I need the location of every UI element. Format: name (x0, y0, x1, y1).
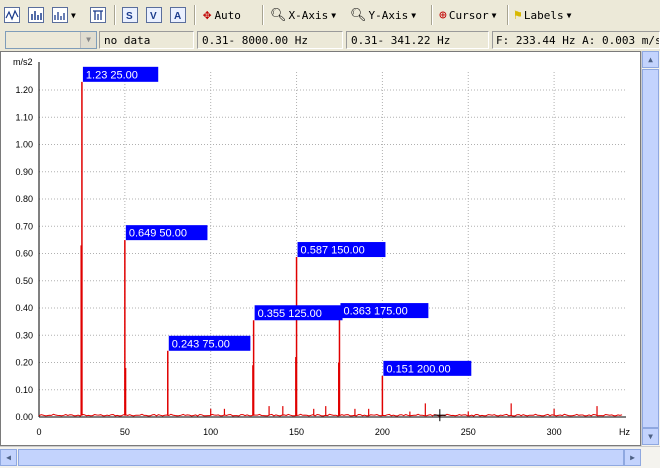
chevron-down-icon: ▼ (411, 10, 417, 20)
vertical-scrollbar[interactable]: ▲ ▼ (641, 51, 660, 446)
y-tick-label: 0.00 (15, 412, 33, 422)
x-tick-label: 0 (36, 427, 41, 437)
y-tick-label: 0.10 (15, 385, 33, 395)
statusbar: ▼ no data 0.31- 8000.00 Hz 0.31- 341.22 … (0, 30, 660, 50)
v-scale-button[interactable]: V (146, 5, 162, 25)
horizontal-scrollbar[interactable]: ◀ ▶ (0, 446, 660, 468)
s-scale-button[interactable]: S (122, 5, 138, 25)
y-tick-label: 0.90 (15, 167, 33, 177)
dual-chart-icon (52, 7, 68, 23)
cursor-button[interactable]: ⊕ Cursor ▼ (439, 5, 496, 25)
toolbar-separator (431, 5, 433, 25)
flag-icon: ⚑ (514, 7, 522, 23)
y-axis-label: m/s2 (13, 57, 33, 67)
chevron-down-icon: ▼ (491, 10, 497, 20)
filter-icon (90, 7, 106, 23)
peak-label[interactable]: 0.355 125.00 (258, 308, 322, 320)
labels-label: Labels (523, 8, 564, 22)
yaxis-button[interactable]: 🔍︎ Y-Axis ▼ (350, 5, 416, 25)
x-tick-label: 250 (461, 427, 476, 437)
y-tick-label: 1.00 (15, 140, 33, 150)
y-tick-label: 0.70 (15, 221, 33, 231)
cursor-label: Cursor (448, 8, 489, 22)
auto-button[interactable]: ✥ Auto (203, 5, 241, 25)
spectrum-chart[interactable]: 0.00 0.10 0.20 0.30 0.40 0.50 0.60 0.70 0.80 0.90… (1, 52, 640, 445)
y-tick-label: 0.60 (15, 249, 33, 259)
labels-button[interactable]: ⚑ Labels ▼ (514, 5, 571, 25)
x-tick-label: 200 (375, 427, 390, 437)
horizontal-scroll-thumb[interactable] (18, 449, 624, 466)
chevron-down-icon: ▼ (71, 10, 76, 20)
x-tick-label: 300 (547, 427, 562, 437)
spectrum-plot[interactable]: 0.00 0.10 0.20 0.30 0.40 0.50 0.60 0.70 0.80 0.90… (0, 51, 641, 446)
chevron-down-icon: ▼ (331, 10, 337, 20)
x-tick-label: 100 (203, 427, 218, 437)
y-tick-label: 0.20 (15, 358, 33, 368)
a-scale-button[interactable]: A (170, 5, 186, 25)
peak-label[interactable]: 0.649 50.00 (129, 228, 187, 240)
y-tick-label: 0.50 (15, 276, 33, 286)
waveform-button[interactable] (4, 5, 20, 25)
y-tick-label: 1.20 (15, 85, 33, 95)
zoom-icon: 🔍︎ (350, 7, 367, 23)
x-axis-label: Hz (619, 427, 630, 437)
peak-label[interactable]: 1.23 25.00 (86, 69, 138, 81)
v-scale-icon: V (146, 7, 162, 23)
spectrum-icon (28, 7, 44, 23)
toolbar-separator (262, 5, 264, 25)
vertical-scroll-thumb[interactable] (642, 69, 659, 428)
scroll-up-icon[interactable]: ▲ (642, 51, 659, 68)
peak-label[interactable]: 0.243 75.00 (172, 338, 230, 350)
peak-label[interactable]: 0.587 150.00 (301, 245, 365, 257)
toolbar-separator (194, 5, 196, 25)
xaxis-label: X-Axis (288, 8, 329, 22)
cursor-readout: F: 233.44 Hz A: 0.003 m/s2 (492, 31, 660, 49)
s-scale-icon: S (122, 7, 138, 23)
scroll-down-icon[interactable]: ▼ (642, 428, 659, 445)
full-range-field: 0.31- 8000.00 Hz (197, 31, 343, 49)
toolbar: ▼ S V A ✥ Auto 🔍︎ X-Axis ▼ 🔍︎ Y-Axis ▼ ⊕… (0, 0, 660, 31)
spectrum-trace (38, 413, 623, 417)
svg-text:S: S (126, 11, 133, 22)
y-tick-label: 0.30 (15, 330, 33, 340)
yaxis-label: Y-Axis (368, 8, 409, 22)
peak-label[interactable]: 0.151 200.00 (386, 363, 450, 375)
peak-label[interactable]: 0.363 175.00 (343, 306, 407, 318)
filter-button[interactable] (90, 5, 106, 25)
svg-text:V: V (150, 11, 157, 22)
dual-chart-button[interactable]: ▼ (52, 5, 76, 25)
crosshair-icon: ⊕ (439, 7, 447, 23)
svg-text:A: A (174, 11, 181, 22)
scroll-left-icon[interactable]: ◀ (0, 449, 17, 466)
toolbar-separator (114, 5, 116, 25)
a-scale-icon: A (170, 7, 186, 23)
y-tick-label: 0.80 (15, 194, 33, 204)
move-arrows-icon: ✥ (203, 7, 212, 23)
y-tick-label: 0.40 (15, 303, 33, 313)
scroll-right-icon[interactable]: ▶ (624, 449, 641, 466)
no-data-field: no data (99, 31, 194, 49)
xaxis-button[interactable]: 🔍︎ X-Axis ▼ (270, 5, 336, 25)
spectrum-button[interactable] (28, 5, 44, 25)
x-tick-label: 150 (289, 427, 304, 437)
chevron-down-icon[interactable]: ▼ (80, 32, 96, 48)
toolbar-separator (507, 5, 509, 25)
channel-select[interactable]: ▼ (5, 31, 97, 49)
auto-label: Auto (214, 8, 241, 22)
view-range-field: 0.31- 341.22 Hz (346, 31, 489, 49)
y-tick-label: 1.10 (15, 112, 33, 122)
waveform-icon (4, 7, 20, 23)
chevron-down-icon: ▼ (566, 10, 572, 20)
zoom-icon: 🔍︎ (270, 7, 287, 23)
x-tick-label: 50 (120, 427, 130, 437)
